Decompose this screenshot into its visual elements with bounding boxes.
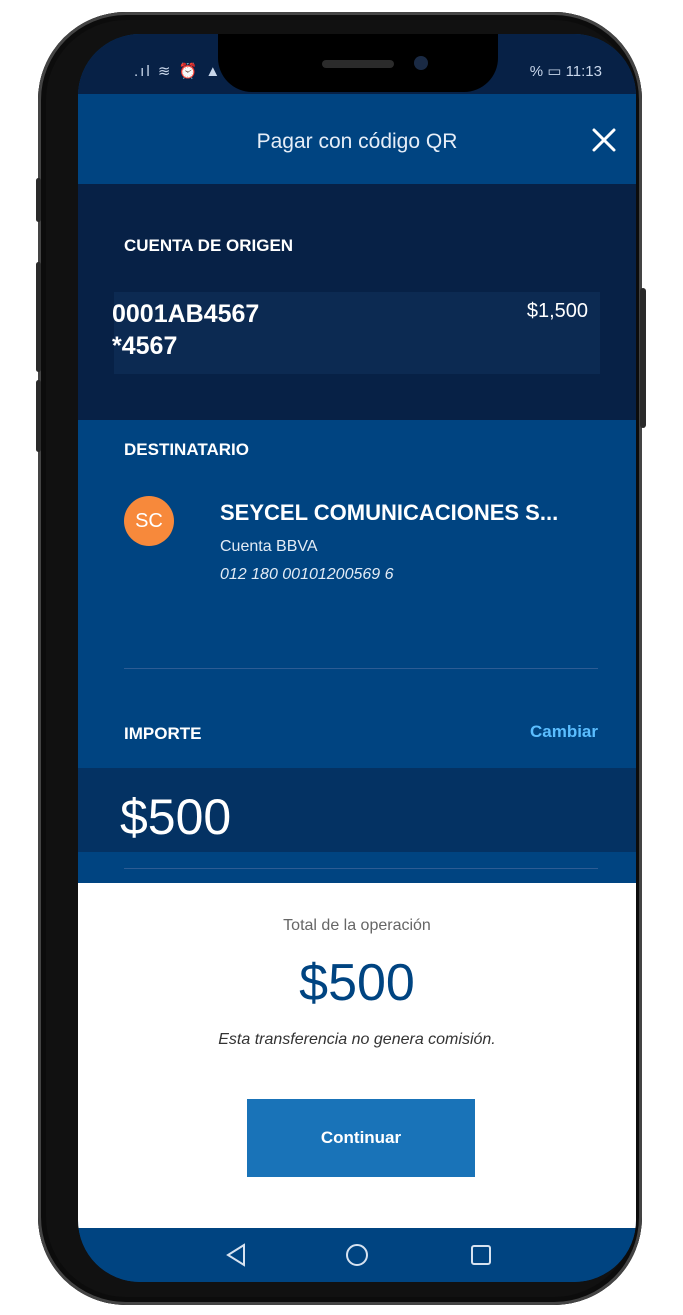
avatar: SC	[124, 496, 174, 546]
speaker-grille	[322, 60, 394, 68]
recipient-name: SEYCEL COMUNICACIONES S...	[220, 500, 559, 525]
status-icons-left: .ıl ≋ ⏰ ▲	[134, 63, 223, 80]
section-divider	[124, 668, 598, 669]
close-icon	[592, 128, 616, 152]
amount-label: IMPORTE	[124, 724, 202, 743]
account-mask: *4567	[112, 332, 178, 360]
status-bar: .ıl ≋ ⏰ ▲ % ▭ 11:13	[78, 34, 636, 94]
back-triangle-icon[interactable]	[222, 1240, 252, 1270]
front-camera	[414, 56, 428, 70]
home-circle-icon[interactable]	[342, 1240, 372, 1270]
change-amount-link[interactable]: Cambiar	[530, 722, 598, 742]
recipient-clabe: 012 180 00101200569 6	[220, 566, 394, 583]
close-button[interactable]	[586, 122, 622, 158]
total-label: Total de la operación	[283, 917, 431, 934]
fee-note: Esta transferencia no genera comisión.	[218, 1031, 496, 1048]
recipient-label: DESTINATARIO	[124, 440, 249, 459]
volume-up-button	[36, 178, 41, 222]
origin-account-number: 0001AB4567 *4567	[112, 298, 259, 362]
recipient-account-type: Cuenta BBVA	[220, 538, 318, 555]
amount-value: $500	[120, 789, 232, 845]
account-balance: $1,500	[526, 300, 588, 322]
summary-panel: Total de la operación $500 Esta transfer…	[78, 883, 636, 1228]
page-title: Pagar con código QR	[256, 130, 458, 153]
android-nav-bar	[78, 1228, 636, 1282]
total-value: $500	[299, 954, 415, 1012]
volume-button-lower	[36, 380, 41, 452]
recents-square-icon[interactable]	[466, 1240, 496, 1270]
header-bar: Pagar con código QR	[78, 94, 636, 184]
phone-screen: .ıl ≋ ⏰ ▲ % ▭ 11:13 Pagar con código QR …	[78, 34, 636, 1282]
origin-label: CUENTA DE ORIGEN	[124, 236, 294, 255]
amount-divider	[124, 868, 598, 869]
continue-button[interactable]: Continuar	[247, 1099, 475, 1177]
origin-account-section: CUENTA DE ORIGEN 0001AB4567 *4567 $1,500	[78, 184, 636, 420]
status-time-battery: % ▭ 11:13	[529, 63, 602, 80]
volume-down-button	[36, 262, 41, 372]
account-number: 0001AB4567	[112, 300, 260, 328]
power-button	[640, 288, 646, 428]
camera-notch	[218, 34, 498, 92]
